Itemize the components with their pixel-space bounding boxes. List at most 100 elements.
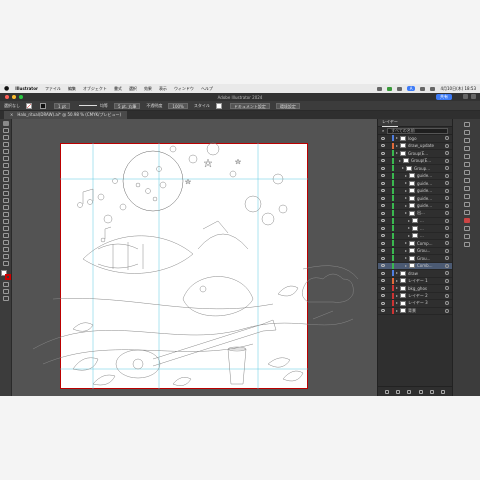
visibility-eye-icon[interactable] (381, 279, 385, 283)
layer-name[interactable]: Comp... (417, 241, 445, 246)
layer-name[interactable]: guide... (417, 203, 445, 208)
layer-row[interactable]: ▸ guide... (378, 195, 452, 203)
export-icon[interactable] (384, 389, 389, 394)
layer-row[interactable]: ▸ 背景 (378, 307, 452, 315)
close-window-button[interactable] (5, 95, 9, 99)
layer-row[interactable]: ▸ Grou... (378, 255, 452, 263)
shape-builder-tool-icon[interactable] (2, 219, 9, 224)
menu-type[interactable]: 書式 (114, 86, 122, 92)
layer-row[interactable]: ▸ logo (378, 135, 452, 143)
layer-row[interactable]: ▸... (378, 217, 452, 225)
layer-name[interactable]: レイヤー 1 (408, 278, 445, 284)
stroke-color-icon[interactable] (4, 274, 11, 280)
transparency-panel-icon[interactable] (463, 194, 470, 199)
color-guide-panel-icon[interactable] (463, 218, 470, 223)
search-icon[interactable] (420, 86, 426, 91)
gradient-panel-icon[interactable] (463, 186, 470, 191)
layer-name[interactable]: ... (420, 218, 445, 223)
menu-select[interactable]: 選択 (129, 86, 137, 92)
menu-clock[interactable]: 4月10日(木) 18:53 (440, 86, 476, 92)
target-icon[interactable] (445, 151, 449, 156)
layer-name[interactable]: draw_update (408, 143, 445, 148)
libraries-panel-icon[interactable] (463, 138, 470, 143)
eyedropper-tool-icon[interactable] (2, 233, 9, 238)
filter-icon[interactable]: ⌕ (382, 128, 384, 133)
edit-toolbar-icon[interactable] (2, 296, 9, 301)
pen-tool-icon[interactable] (2, 142, 9, 147)
artboard[interactable] (60, 143, 308, 389)
target-icon[interactable] (445, 173, 449, 178)
visibility-eye-icon[interactable] (381, 166, 385, 170)
visibility-eye-icon[interactable] (381, 309, 385, 313)
layer-row[interactable]: ▸ 出... (378, 210, 452, 218)
target-icon[interactable] (445, 143, 449, 148)
target-icon[interactable] (445, 278, 449, 283)
brushes-panel-icon[interactable] (463, 162, 470, 167)
fill-stroke-control[interactable] (0, 270, 11, 280)
layer-row[interactable]: ▸ レイヤー 2 (378, 292, 452, 300)
layer-row[interactable]: ▸ Comb... (378, 262, 452, 270)
target-icon[interactable] (445, 166, 449, 171)
target-icon[interactable] (445, 218, 449, 223)
layer-row[interactable]: ▸ draw_update (378, 142, 452, 150)
layers-panel-icon[interactable] (463, 130, 470, 135)
layer-name[interactable]: draw (408, 271, 445, 276)
visibility-eye-icon[interactable] (381, 286, 385, 290)
menu-edit[interactable]: 編集 (68, 86, 76, 92)
layer-name[interactable]: guide... (417, 173, 445, 178)
layer-row[interactable]: ▸ guide... (378, 172, 452, 180)
visibility-eye-icon[interactable] (381, 159, 385, 163)
rectangle-tool-icon[interactable] (2, 170, 9, 175)
visibility-eye-icon[interactable] (381, 264, 385, 268)
style-swatch[interactable] (215, 102, 224, 109)
direct-selection-tool-icon[interactable] (2, 128, 9, 133)
zoom-tool-icon[interactable] (2, 261, 9, 266)
menu-view[interactable]: 表示 (159, 86, 167, 92)
fill-swatch[interactable] (26, 102, 34, 109)
target-icon[interactable] (445, 271, 449, 276)
hand-tool-icon[interactable] (2, 254, 9, 259)
layer-name[interactable]: guide... (417, 181, 445, 186)
layer-row[interactable]: ▸... (378, 232, 452, 240)
layer-row[interactable]: ▸ レイヤー 3 (378, 300, 452, 308)
layer-row[interactable]: ▸ bkg_ghos (378, 285, 452, 293)
eraser-tool-icon[interactable] (2, 191, 9, 196)
target-icon[interactable] (445, 263, 449, 268)
width-tool-icon[interactable] (2, 212, 9, 217)
transform-panel-icon[interactable] (463, 242, 470, 247)
target-icon[interactable] (445, 301, 449, 306)
target-icon[interactable] (445, 256, 449, 261)
menu-file[interactable]: ファイル (45, 86, 61, 92)
type-tool-icon[interactable] (2, 156, 9, 161)
minimize-window-button[interactable] (12, 95, 16, 99)
visibility-eye-icon[interactable] (381, 271, 385, 275)
layer-row[interactable]: ▸ Group(E... (378, 150, 452, 158)
new-sublayer-icon[interactable] (418, 389, 423, 394)
target-icon[interactable] (445, 286, 449, 291)
document-tab[interactable]: × Halo_ritual(DRAW).ai* @ 50.98 % (CMYK/… (4, 111, 128, 119)
menu-object[interactable]: オブジェクト (83, 86, 107, 92)
layer-row[interactable]: ▸... (378, 225, 452, 233)
layer-row[interactable]: ▸ guide... (378, 202, 452, 210)
layer-name[interactable]: guide... (417, 188, 445, 193)
layer-name[interactable]: Group... (414, 166, 445, 171)
layer-row[interactable]: ▸ Grou... (378, 247, 452, 255)
layer-name[interactable]: Group(E... (408, 151, 445, 156)
visibility-eye-icon[interactable] (381, 204, 385, 208)
target-icon[interactable] (445, 181, 449, 186)
layer-name[interactable]: Grou... (417, 256, 445, 261)
visibility-eye-icon[interactable] (381, 181, 385, 185)
layer-name[interactable]: 背景 (408, 308, 445, 314)
canvas-area[interactable] (13, 119, 377, 396)
layer-row[interactable]: ▸ レイヤー 1 (378, 277, 452, 285)
apple-icon[interactable]: ● (4, 85, 9, 92)
layer-name[interactable]: レイヤー 2 (408, 293, 445, 299)
gradient-tool-icon[interactable] (2, 226, 9, 231)
graphic-styles-panel-icon[interactable] (463, 210, 470, 215)
visibility-eye-icon[interactable] (381, 294, 385, 298)
target-icon[interactable] (445, 136, 449, 141)
opacity-field[interactable]: 100% (168, 102, 188, 109)
target-icon[interactable] (445, 248, 449, 253)
visibility-eye-icon[interactable] (381, 234, 385, 238)
visibility-eye-icon[interactable] (381, 151, 385, 155)
